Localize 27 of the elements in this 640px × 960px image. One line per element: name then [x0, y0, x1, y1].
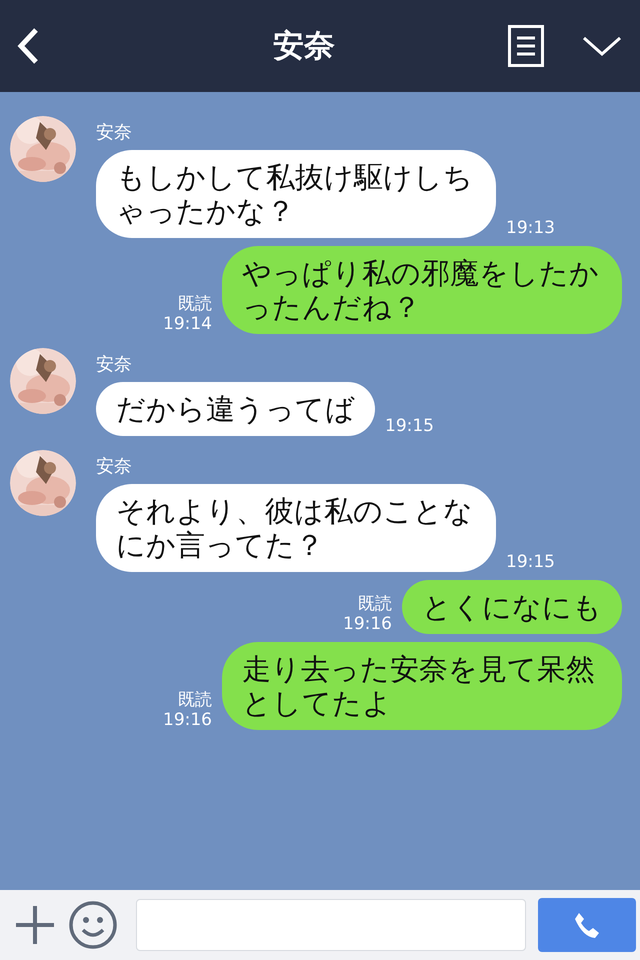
menu-icon[interactable] [508, 25, 544, 67]
smiley-icon[interactable] [68, 900, 118, 950]
message-bubble: 走り去った安奈を見て呆然としてたよ [222, 642, 622, 730]
sender-name: 安奈 [96, 353, 133, 376]
sender-name: 安奈 [96, 121, 133, 144]
message-bubble: それより、彼は私のことなにか言ってた？ [96, 484, 496, 572]
message-time: 19:14 [163, 314, 212, 334]
message-input[interactable] [136, 899, 526, 951]
back-icon[interactable] [16, 27, 40, 65]
read-status: 既読 [177, 294, 212, 314]
message-time: 19:15 [506, 552, 555, 572]
message-time: 19:16 [163, 710, 212, 730]
message-bubble: もしかして私抜け駆けしちゃったかな？ [96, 150, 496, 238]
message-time: 19:15 [385, 416, 434, 436]
plus-icon[interactable] [14, 904, 56, 946]
call-button[interactable] [538, 898, 636, 952]
message-bubble: だから違うってば [96, 382, 375, 436]
chevron-down-icon[interactable] [582, 35, 622, 57]
chat-title: 安奈 [272, 27, 336, 66]
message-time: 19:13 [506, 218, 555, 238]
sender-name: 安奈 [96, 455, 133, 478]
read-status: 既読 [357, 594, 392, 614]
message-bubble: とくになにも [402, 580, 622, 634]
phone-icon [573, 911, 601, 939]
read-status: 既読 [177, 690, 212, 710]
message-time: 19:16 [343, 614, 392, 634]
message-bubble: やっぱり私の邪魔をしたかったんだね？ [222, 246, 622, 334]
